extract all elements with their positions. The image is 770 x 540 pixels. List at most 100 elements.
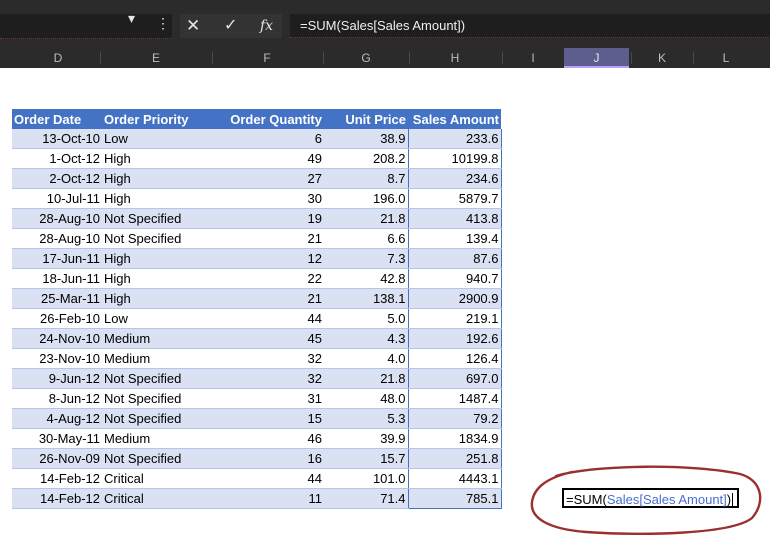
cell-sales-amount[interactable]: 5879.7 bbox=[407, 188, 502, 209]
cell-order-priority[interactable]: Low bbox=[102, 129, 212, 149]
cell-order-quantity[interactable]: 22 bbox=[212, 268, 324, 289]
header-order-date[interactable]: Order Date bbox=[12, 109, 102, 129]
cell-order-priority[interactable]: High bbox=[102, 148, 212, 169]
header-sales-amount[interactable]: Sales Amount bbox=[408, 109, 501, 129]
cell-order-date[interactable]: 17-Jun-11 bbox=[12, 248, 102, 269]
cell-sales-amount[interactable]: 1834.9 bbox=[407, 428, 502, 449]
insert-function-icon[interactable]: fx bbox=[260, 15, 273, 37]
cell-order-date[interactable]: 28-Aug-10 bbox=[12, 228, 102, 249]
cell-order-quantity[interactable]: 30 bbox=[212, 188, 324, 209]
cell-order-priority[interactable]: High bbox=[102, 248, 212, 269]
cell-sales-amount[interactable]: 413.8 bbox=[407, 208, 502, 229]
cell-sales-amount[interactable]: 10199.8 bbox=[407, 148, 502, 169]
cell-order-quantity[interactable]: 32 bbox=[212, 368, 324, 389]
cell-unit-price[interactable]: 138.1 bbox=[324, 288, 408, 309]
cell-unit-price[interactable]: 208.2 bbox=[324, 148, 408, 169]
chevron-down-icon[interactable]: ▾ bbox=[128, 11, 135, 25]
cell-order-quantity[interactable]: 21 bbox=[212, 288, 324, 309]
cell-sales-amount[interactable]: 139.4 bbox=[407, 228, 502, 249]
cell-order-priority[interactable]: Medium bbox=[102, 348, 212, 369]
cell-order-quantity[interactable]: 45 bbox=[212, 328, 324, 349]
cell-order-quantity[interactable]: 19 bbox=[212, 208, 324, 229]
column-header-k[interactable]: K bbox=[633, 48, 691, 68]
cell-unit-price[interactable]: 21.8 bbox=[324, 368, 408, 389]
cell-order-priority[interactable]: Not Specified bbox=[102, 388, 212, 409]
cell-order-date[interactable]: 14-Feb-12 bbox=[12, 468, 102, 489]
cell-unit-price[interactable]: 4.0 bbox=[324, 348, 408, 369]
cell-order-date[interactable]: 2-Oct-12 bbox=[12, 168, 102, 189]
cell-order-priority[interactable]: Not Specified bbox=[102, 208, 212, 229]
cell-order-date[interactable]: 26-Nov-09 bbox=[12, 448, 102, 469]
cell-sales-amount[interactable]: 2900.9 bbox=[407, 288, 502, 309]
cell-order-quantity[interactable]: 44 bbox=[212, 468, 324, 489]
cell-order-priority[interactable]: Critical bbox=[102, 468, 212, 489]
cell-unit-price[interactable]: 7.3 bbox=[324, 248, 408, 269]
cell-order-date[interactable]: 10-Jul-11 bbox=[12, 188, 102, 209]
cell-order-date[interactable]: 24-Nov-10 bbox=[12, 328, 102, 349]
cell-order-priority[interactable]: Medium bbox=[102, 428, 212, 449]
cell-unit-price[interactable]: 8.7 bbox=[324, 168, 408, 189]
cell-order-priority[interactable]: Critical bbox=[102, 488, 212, 509]
cell-order-date[interactable]: 30-May-11 bbox=[12, 428, 102, 449]
cell-order-priority[interactable]: Not Specified bbox=[102, 368, 212, 389]
cell-unit-price[interactable]: 5.3 bbox=[324, 408, 408, 429]
cell-order-date[interactable]: 14-Feb-12 bbox=[12, 488, 102, 509]
column-header-e[interactable]: E bbox=[102, 48, 210, 68]
cell-order-quantity[interactable]: 32 bbox=[212, 348, 324, 369]
cell-order-date[interactable]: 9-Jun-12 bbox=[12, 368, 102, 389]
cell-sales-amount[interactable]: 697.0 bbox=[407, 368, 502, 389]
column-header-j[interactable]: J bbox=[564, 48, 629, 68]
cell-order-quantity[interactable]: 49 bbox=[212, 148, 324, 169]
cell-order-date[interactable]: 25-Mar-11 bbox=[12, 288, 102, 309]
cell-order-priority[interactable]: Low bbox=[102, 308, 212, 329]
cell-order-quantity[interactable]: 31 bbox=[212, 388, 324, 409]
column-header-i[interactable]: I bbox=[504, 48, 562, 68]
cell-order-quantity[interactable]: 44 bbox=[212, 308, 324, 329]
cell-sales-amount[interactable]: 233.6 bbox=[407, 129, 502, 149]
cell-sales-amount[interactable]: 4443.1 bbox=[407, 468, 502, 489]
column-header-g[interactable]: G bbox=[325, 48, 407, 68]
column-header-l[interactable]: L bbox=[695, 48, 757, 68]
header-unit-price[interactable]: Unit Price bbox=[324, 109, 408, 129]
enter-icon[interactable]: ✓ bbox=[224, 15, 237, 37]
cell-order-date[interactable]: 18-Jun-11 bbox=[12, 268, 102, 289]
cell-sales-amount[interactable]: 192.6 bbox=[407, 328, 502, 349]
cell-unit-price[interactable]: 4.3 bbox=[324, 328, 408, 349]
cell-order-date[interactable]: 4-Aug-12 bbox=[12, 408, 102, 429]
cell-unit-price[interactable]: 71.4 bbox=[324, 488, 408, 509]
cell-sales-amount[interactable]: 87.6 bbox=[407, 248, 502, 269]
cell-unit-price[interactable]: 48.0 bbox=[324, 388, 408, 409]
cell-order-priority[interactable]: Not Specified bbox=[102, 228, 212, 249]
cancel-icon[interactable]: ✕ bbox=[186, 15, 200, 37]
cell-unit-price[interactable]: 42.8 bbox=[324, 268, 408, 289]
column-header-h[interactable]: H bbox=[411, 48, 499, 68]
cell-order-date[interactable]: 13-Oct-10 bbox=[12, 129, 102, 149]
more-options-icon[interactable]: ⋮ bbox=[156, 16, 170, 30]
cell-order-quantity[interactable]: 16 bbox=[212, 448, 324, 469]
column-header-d[interactable]: D bbox=[18, 48, 98, 68]
cell-order-date[interactable]: 1-Oct-12 bbox=[12, 148, 102, 169]
header-order-priority[interactable]: Order Priority bbox=[102, 109, 212, 129]
column-header-f[interactable]: F bbox=[214, 48, 320, 68]
cell-order-quantity[interactable]: 21 bbox=[212, 228, 324, 249]
header-order-quantity[interactable]: Order Quantity bbox=[212, 109, 324, 129]
cell-sales-amount[interactable]: 79.2 bbox=[407, 408, 502, 429]
cell-order-priority[interactable]: High bbox=[102, 268, 212, 289]
cell-order-quantity[interactable]: 12 bbox=[212, 248, 324, 269]
cell-order-priority[interactable]: High bbox=[102, 168, 212, 189]
cell-unit-price[interactable]: 15.7 bbox=[324, 448, 408, 469]
cell-sales-amount[interactable]: 219.1 bbox=[407, 308, 502, 329]
cell-unit-price[interactable]: 196.0 bbox=[324, 188, 408, 209]
name-box[interactable] bbox=[0, 14, 172, 39]
cell-order-quantity[interactable]: 6 bbox=[212, 129, 324, 149]
cell-sales-amount[interactable]: 1487.4 bbox=[407, 388, 502, 409]
cell-order-priority[interactable]: Not Specified bbox=[102, 448, 212, 469]
cell-unit-price[interactable]: 5.0 bbox=[324, 308, 408, 329]
cell-unit-price[interactable]: 39.9 bbox=[324, 428, 408, 449]
cell-order-quantity[interactable]: 46 bbox=[212, 428, 324, 449]
cell-order-priority[interactable]: Medium bbox=[102, 328, 212, 349]
cell-sales-amount[interactable]: 126.4 bbox=[407, 348, 502, 369]
formula-input[interactable]: =SUM(Sales[Sales Amount]) bbox=[290, 14, 770, 38]
cell-order-date[interactable]: 26-Feb-10 bbox=[12, 308, 102, 329]
cell-sales-amount[interactable]: 940.7 bbox=[407, 268, 502, 289]
